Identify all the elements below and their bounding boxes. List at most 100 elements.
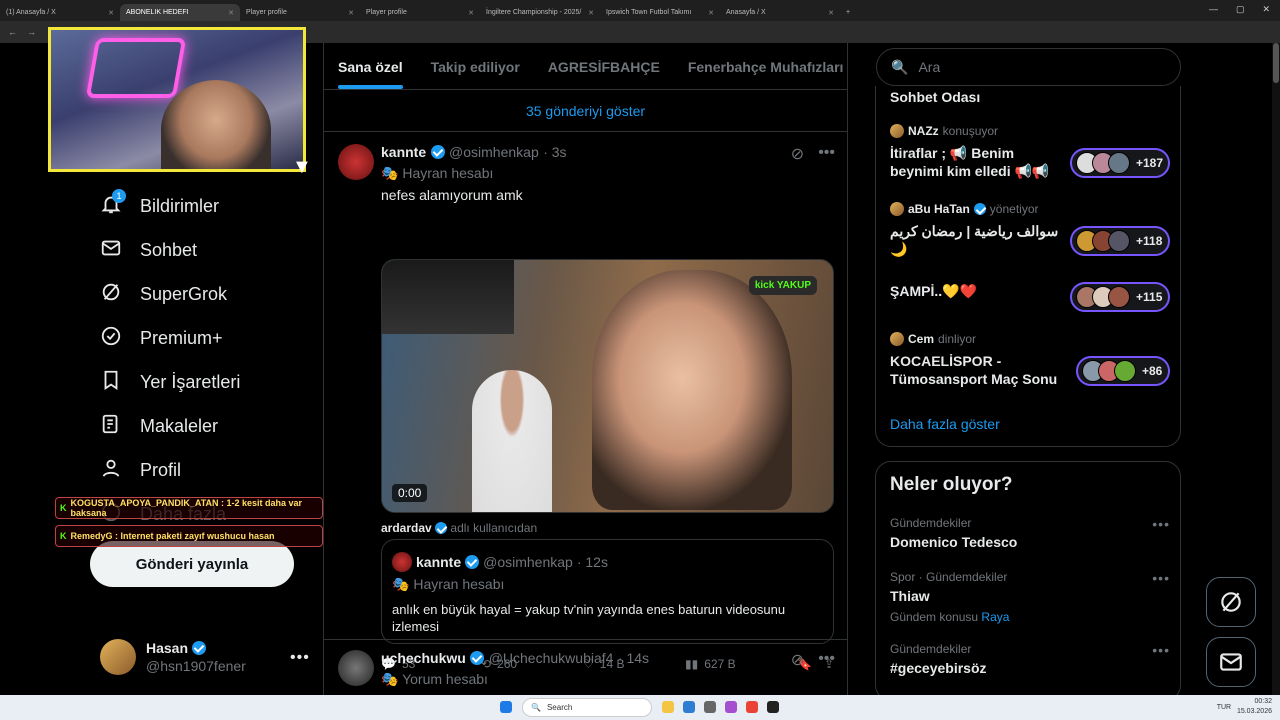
nav-supergrok[interactable]: SuperGrok bbox=[100, 281, 227, 308]
trend-item[interactable]: Spor · Gündemdekiler Thiaw Gündem konusu… bbox=[890, 570, 1170, 624]
quoted-tweet[interactable]: kannte @osimhenkap · 12s 🎭 Hayran hesabı… bbox=[381, 539, 834, 644]
nav-label: Profil bbox=[140, 460, 182, 480]
user-handle: @hsn1907fener bbox=[146, 658, 246, 674]
nav-label: Yer İşaretleri bbox=[140, 372, 241, 392]
new-tab-button[interactable]: + bbox=[840, 4, 860, 21]
close-tab-icon[interactable]: ✕ bbox=[108, 9, 114, 17]
browser-tab[interactable]: Ipswich Town Futbol Takımı ✕ bbox=[600, 4, 720, 21]
more-icon[interactable]: ••• bbox=[1152, 516, 1170, 532]
tweet-time[interactable]: · 14s bbox=[618, 650, 649, 666]
forward-icon[interactable]: → bbox=[27, 27, 36, 37]
account-switcher[interactable]: Hasan @hsn1907fener bbox=[100, 639, 246, 675]
author-name[interactable]: uchechukwu bbox=[381, 650, 466, 666]
browser-tab[interactable]: (1) Anasayfa / X ✕ bbox=[0, 4, 120, 21]
app-icon[interactable] bbox=[704, 701, 716, 713]
more-icon[interactable]: ••• bbox=[818, 144, 835, 164]
minimize-icon[interactable]: — bbox=[1209, 4, 1218, 15]
tweet-top-actions: ⊘ ••• bbox=[791, 650, 835, 670]
search-input[interactable]: 🔍 Ara bbox=[876, 48, 1181, 86]
windows-taskbar: 🔍 Search TUR 00:32 15.03.2026 bbox=[0, 695, 1280, 720]
space-listeners[interactable]: +115 bbox=[1070, 282, 1170, 312]
notification-badge: 1 bbox=[112, 189, 126, 203]
system-tray[interactable]: TUR 00:32 15.03.2026 bbox=[1217, 697, 1272, 717]
space-item[interactable]: Sohbet Odası bbox=[890, 88, 1170, 106]
browser-tab[interactable]: Player profile ✕ bbox=[360, 4, 480, 21]
maximize-icon[interactable]: ▢ bbox=[1236, 4, 1245, 15]
browser-tab[interactable]: Anasayfa / X ✕ bbox=[720, 4, 840, 21]
video-person bbox=[592, 270, 792, 510]
show-more-link[interactable]: Daha fazla göster bbox=[890, 416, 1000, 432]
repost-attribution: ardardav adlı kullanıcıdan bbox=[381, 521, 538, 535]
verified-icon bbox=[973, 203, 986, 215]
video-player[interactable]: kick YAKUP 0:00 bbox=[381, 259, 834, 513]
close-tab-icon[interactable]: ✕ bbox=[588, 9, 594, 17]
show-new-posts[interactable]: 35 gönderiyi göster bbox=[324, 90, 847, 132]
space-item[interactable]: ŞAMPİ..💛❤️ +115 bbox=[890, 282, 1170, 312]
back-icon[interactable]: ← bbox=[8, 27, 17, 37]
nav-articles[interactable]: Makaleler bbox=[100, 413, 218, 440]
browser-tab-active[interactable]: ABONELIK HEDEFI ✕ bbox=[120, 4, 240, 21]
close-tab-icon[interactable]: ✕ bbox=[708, 9, 714, 17]
neon-logo bbox=[85, 38, 187, 98]
close-window-icon[interactable]: ✕ bbox=[1262, 4, 1270, 15]
tab-for-you[interactable]: Sana özel bbox=[324, 43, 417, 89]
nav-profile[interactable]: Profil bbox=[100, 457, 181, 484]
grok-icon[interactable]: ⊘ bbox=[791, 144, 804, 164]
more-icon[interactable]: ••• bbox=[818, 650, 835, 670]
close-tab-icon[interactable]: ✕ bbox=[828, 9, 834, 17]
taskbar-search[interactable]: 🔍 Search bbox=[522, 698, 652, 717]
space-item[interactable]: aBu HaTan yönetiyor سوالف رياضية | رمضان … bbox=[890, 202, 1170, 258]
chrome-icon[interactable] bbox=[746, 701, 758, 713]
mail-icon bbox=[1220, 653, 1242, 671]
page-scrollbar[interactable] bbox=[1272, 43, 1280, 695]
grok-fab[interactable] bbox=[1206, 577, 1256, 627]
author-handle[interactable]: @osimhenkap bbox=[449, 144, 539, 160]
quote-header: kannte @osimhenkap · 12s bbox=[392, 552, 608, 572]
close-tab-icon[interactable]: ✕ bbox=[348, 9, 354, 17]
video-logo: kick YAKUP bbox=[748, 276, 817, 295]
space-listeners[interactable]: +187 bbox=[1070, 148, 1170, 178]
tab-following[interactable]: Takip ediliyor bbox=[417, 43, 534, 89]
tab-list[interactable]: AGRESİFBAHÇE bbox=[534, 43, 674, 89]
tweet[interactable]: uchechukwu @Uchechukwubiaf4 · 14s ⊘ ••• … bbox=[324, 640, 847, 695]
grok-icon[interactable]: ⊘ bbox=[791, 650, 804, 670]
edge-icon[interactable] bbox=[683, 701, 695, 713]
avatar bbox=[890, 332, 904, 346]
browser-tab[interactable]: Player profile ✕ bbox=[240, 4, 360, 21]
close-tab-icon[interactable]: ✕ bbox=[228, 9, 234, 17]
tweet-time[interactable]: · 3s bbox=[543, 144, 566, 160]
author-handle[interactable]: @Uchechukwubiaf4 bbox=[489, 650, 614, 666]
mask-icon: 🎭 bbox=[392, 576, 410, 592]
nav-notifications[interactable]: 1 Bildirimler bbox=[100, 189, 219, 220]
space-listeners[interactable]: +118 bbox=[1070, 226, 1170, 256]
trend-item[interactable]: Gündemdekiler Domenico Tedesco ••• bbox=[890, 516, 1170, 550]
author-name[interactable]: kannte bbox=[381, 144, 426, 160]
file-explorer-icon[interactable] bbox=[662, 701, 674, 713]
nav-label: Makaleler bbox=[140, 416, 219, 436]
start-icon[interactable] bbox=[500, 701, 512, 713]
post-button[interactable]: Gönderi yayınla bbox=[90, 541, 294, 587]
account-menu-icon[interactable]: ••• bbox=[290, 649, 310, 667]
tweet[interactable]: kannte @osimhenkap · 3s ⊘ ••• 🎭 Hayran h… bbox=[324, 132, 847, 671]
obs-icon[interactable] bbox=[767, 701, 779, 713]
trend-item[interactable]: Gündemdekiler #geceyebirsöz ••• bbox=[890, 642, 1170, 676]
avatar[interactable] bbox=[338, 650, 374, 686]
trend-link[interactable]: Raya bbox=[981, 610, 1009, 624]
messages-fab[interactable] bbox=[1206, 637, 1256, 687]
avatar bbox=[100, 639, 136, 675]
nav-chat[interactable]: Sohbet bbox=[100, 237, 197, 264]
browser-tab[interactable]: İngiltere Championship - 2025/✕ bbox=[480, 4, 600, 21]
nav-premium[interactable]: Premium+ bbox=[100, 325, 223, 352]
more-icon[interactable]: ••• bbox=[1152, 642, 1170, 658]
app-icon[interactable] bbox=[725, 701, 737, 713]
tab-list[interactable]: Fenerbahçe Muhafızları bbox=[674, 43, 847, 89]
close-tab-icon[interactable]: ✕ bbox=[468, 9, 474, 17]
space-item[interactable]: Cem dinliyor KOCAELİSPOR - Tümosansport M… bbox=[890, 332, 1170, 388]
nav-bookmarks[interactable]: Yer İşaretleri bbox=[100, 369, 240, 396]
tweet-text: nefes alamıyorum amk bbox=[381, 187, 523, 203]
avatar[interactable] bbox=[338, 144, 374, 180]
space-item[interactable]: NAZz konuşuyor İtiraflar ; 📢 Benim beynim… bbox=[890, 124, 1170, 180]
space-listeners[interactable]: +86 bbox=[1076, 356, 1170, 386]
grok-icon bbox=[100, 281, 122, 308]
more-icon[interactable]: ••• bbox=[1152, 570, 1170, 586]
